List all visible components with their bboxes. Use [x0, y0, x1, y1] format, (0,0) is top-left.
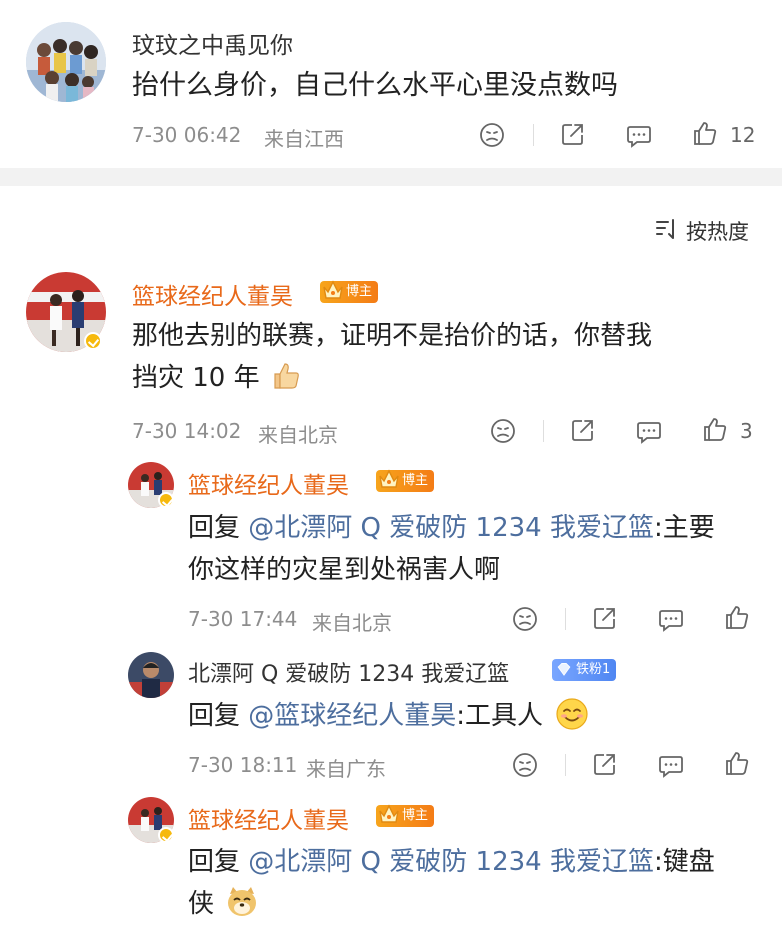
- share-icon[interactable]: [592, 751, 618, 777]
- mention-link[interactable]: @北漂阿 Q 爱破防 1234 我爱辽篮: [248, 847, 654, 877]
- reply-text: 回复 @北漂阿 Q 爱破防 1234 我爱辽篮:键盘: [188, 842, 715, 882]
- blogger-badge: 博主: [320, 280, 379, 303]
- reply-time: 7-30 17:44: [188, 607, 298, 631]
- crown-icon: [323, 280, 343, 299]
- reply-text-line2: 你这样的灾星到处祸害人啊: [188, 555, 501, 585]
- divider: [565, 754, 566, 776]
- badge-label: 博主: [402, 808, 429, 823]
- fan-badge: 铁粉1: [552, 659, 617, 681]
- emoji-reaction-icon[interactable]: [479, 122, 505, 148]
- like-icon[interactable]: [724, 604, 750, 630]
- reply-text-fragment: :键盘: [653, 847, 715, 877]
- like-icon[interactable]: [702, 416, 728, 442]
- emoji-reaction-icon[interactable]: [512, 606, 538, 632]
- badge-label: 博主: [402, 473, 429, 488]
- username[interactable]: 北漂阿 Q 爱破防 1234 我爱辽篮: [188, 656, 509, 688]
- avatar[interactable]: [128, 652, 174, 698]
- badge-label: 博主: [346, 284, 373, 299]
- doge-emoji: [228, 887, 257, 916]
- comment-icon[interactable]: [658, 752, 684, 778]
- group-photo-avatar-icon: [26, 22, 106, 102]
- avatar[interactable]: [26, 22, 106, 102]
- emoji-reaction-icon[interactable]: [512, 752, 538, 778]
- comment-time: 7-30 14:02: [132, 419, 242, 443]
- sort-icon[interactable]: [654, 216, 680, 242]
- verified-badge-icon: [84, 332, 102, 350]
- share-icon[interactable]: [592, 605, 618, 631]
- reply-location: 来自北京: [312, 611, 392, 635]
- emoji-reaction-icon[interactable]: [490, 418, 516, 444]
- reply-text-fragment: 侠: [188, 889, 215, 919]
- reply-text-fragment: :工具人: [456, 701, 544, 731]
- divider: [565, 608, 566, 630]
- username[interactable]: 篮球经纪人董昊: [132, 277, 293, 311]
- comment-time: 7-30 06:42: [132, 123, 242, 147]
- like-count: 3: [740, 419, 753, 443]
- mention-link[interactable]: @篮球经纪人董昊: [248, 701, 456, 731]
- section-divider: [0, 168, 782, 186]
- smile-emoji: [556, 698, 588, 730]
- comment-icon[interactable]: [626, 122, 652, 148]
- like-count: 12: [730, 123, 756, 147]
- comment-text-line2: 挡灾 10 年: [132, 358, 302, 398]
- reply-prefix: 回复: [188, 847, 241, 877]
- diamond-icon: [557, 663, 571, 676]
- reply-prefix: 回复: [188, 513, 241, 543]
- mention-link[interactable]: @北漂阿 Q 爱破防 1234 我爱辽篮: [248, 513, 654, 543]
- reply-prefix: 回复: [188, 701, 241, 731]
- reply-text: 回复 @篮球经纪人董昊:工具人: [188, 696, 589, 736]
- comment-text: 抬什么身价，自己什么水平心里没点数吗: [132, 70, 618, 101]
- reply-text-line2: 侠: [188, 884, 260, 924]
- verified-badge-icon: [158, 827, 174, 843]
- sort-label[interactable]: 按热度: [686, 216, 749, 246]
- comment-location: 来自北京: [258, 423, 338, 447]
- comment-text-fragment: 挡灾 10 年: [132, 363, 260, 393]
- comment-icon[interactable]: [636, 418, 662, 444]
- crown-icon: [379, 804, 399, 823]
- divider: [533, 124, 534, 146]
- share-icon[interactable]: [560, 121, 586, 147]
- comment-text: 那他去别的联赛，证明不是抬价的话，你替我: [132, 321, 653, 351]
- like-icon[interactable]: [692, 120, 718, 146]
- comment-icon[interactable]: [658, 606, 684, 632]
- crown-icon: [379, 469, 399, 488]
- badge-label: 铁粉1: [576, 662, 611, 677]
- thumbs-up-emoji: [274, 363, 299, 389]
- reply-location: 来自广东: [306, 757, 386, 781]
- like-icon[interactable]: [724, 750, 750, 776]
- username[interactable]: 篮球经纪人董昊: [188, 466, 349, 500]
- username[interactable]: 篮球经纪人董昊: [188, 801, 349, 835]
- person-photo-avatar-icon: [128, 652, 174, 698]
- divider: [543, 420, 544, 442]
- verified-badge-icon: [158, 492, 174, 508]
- reply-text-fragment: :主要: [653, 513, 715, 543]
- reply-time: 7-30 18:11: [188, 753, 298, 777]
- reply-text: 回复 @北漂阿 Q 爱破防 1234 我爱辽篮:主要: [188, 508, 715, 548]
- share-icon[interactable]: [570, 417, 596, 443]
- blogger-badge: 博主: [376, 469, 435, 492]
- blogger-badge: 博主: [376, 804, 435, 827]
- comment-location: 来自江西: [264, 127, 344, 151]
- username[interactable]: 玟玟之中禹见你: [132, 26, 293, 60]
